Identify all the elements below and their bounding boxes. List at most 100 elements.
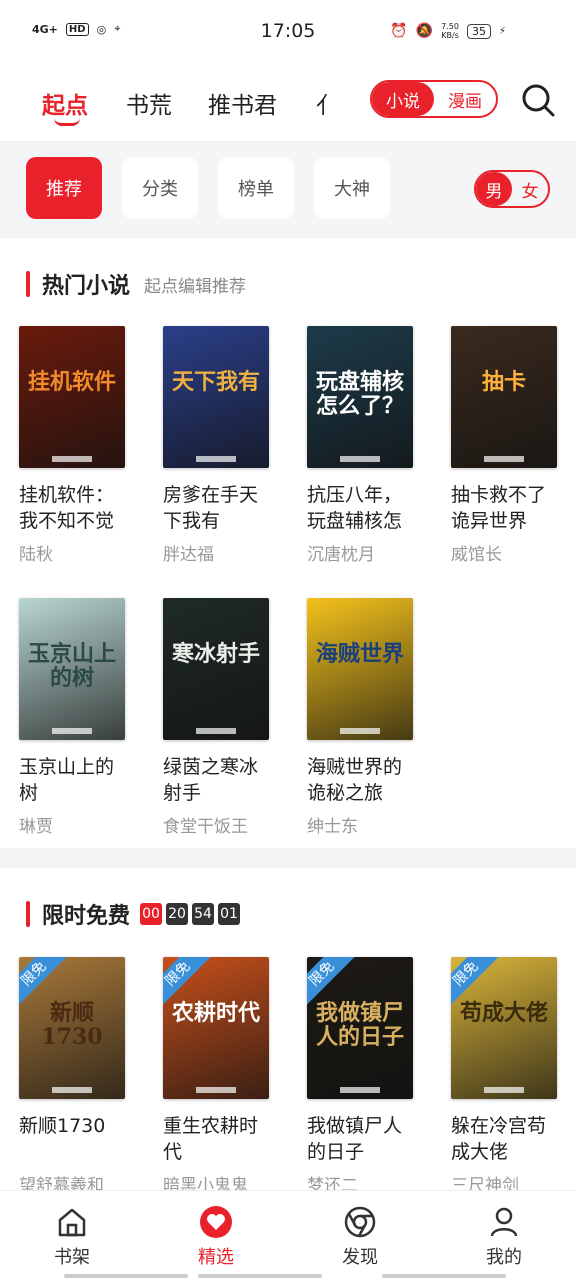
book-author: 威馆长 bbox=[451, 545, 502, 565]
publisher-logo bbox=[484, 1087, 524, 1093]
cover-title: 寒冰射手 bbox=[171, 641, 260, 667]
book-cover[interactable]: 新顺1730 限免 bbox=[19, 957, 125, 1099]
top-nav: 起点 书荒 推书君 亻 小说 漫画 bbox=[0, 64, 576, 142]
book-author: 绅士东 bbox=[307, 817, 358, 837]
book-author: 胖达福 bbox=[163, 545, 214, 565]
nav-discover[interactable]: 发现 bbox=[310, 1205, 410, 1269]
book-title: 抗压八年，玩盘辅核怎 bbox=[307, 484, 403, 532]
cover-title: 苟成大佬 bbox=[459, 1000, 548, 1026]
book-author: 食堂干饭王 bbox=[163, 817, 248, 837]
chip-masters[interactable]: 大神 bbox=[314, 157, 390, 219]
speed-unit: KB/s bbox=[441, 31, 459, 40]
book-card[interactable]: 我做镇尸人的日子 限免 我做镇尸人的日子 梦还二 bbox=[307, 957, 415, 1196]
chip-category[interactable]: 分类 bbox=[122, 157, 198, 219]
book-cover[interactable]: 苟成大佬 限免 bbox=[451, 957, 557, 1099]
publisher-logo bbox=[196, 456, 236, 462]
book-cover[interactable]: 玉京山上的树 bbox=[19, 598, 125, 740]
tab-tuishujun[interactable]: 推书君 bbox=[208, 86, 277, 120]
person-icon bbox=[490, 1207, 518, 1237]
section-marker bbox=[26, 271, 30, 297]
speed-value: 7.50 bbox=[441, 22, 459, 31]
chip-ranking[interactable]: 榜单 bbox=[218, 157, 294, 219]
book-card[interactable]: 抽卡抽卡救不了诡异世界威馆长 bbox=[451, 326, 559, 565]
book-cover[interactable]: 抽卡 bbox=[451, 326, 557, 468]
book-card[interactable]: 天下我有房爹在手天下我有胖达福 bbox=[163, 326, 271, 565]
book-card[interactable]: 挂机软件 挂机软件：我不知不觉 陆秋 bbox=[19, 326, 127, 565]
book-cover[interactable]: 寒冰射手 bbox=[163, 598, 269, 740]
book-author: 沉唐枕月 bbox=[307, 545, 375, 565]
section-subtitle: 起点编辑推荐 bbox=[144, 276, 247, 297]
book-card[interactable]: 苟成大佬 限免 躲在冷宫苟成大佬 三尺神剑 bbox=[451, 957, 559, 1196]
cover-title: 海贼世界 bbox=[315, 641, 404, 667]
chip-recommend[interactable]: 推荐 bbox=[26, 157, 102, 219]
cover-title: 玉京山上的树 bbox=[27, 641, 116, 691]
cover-title: 农耕时代 bbox=[171, 1000, 260, 1026]
section-marker bbox=[26, 901, 30, 927]
book-title: 躲在冷宫苟成大佬 bbox=[451, 1115, 547, 1163]
nav-bookshelf[interactable]: 书架 bbox=[22, 1205, 122, 1269]
cover-title: 新顺1730 bbox=[41, 1000, 103, 1050]
book-author: 陆秋 bbox=[19, 545, 53, 565]
cover-title: 天下我有 bbox=[171, 369, 260, 395]
tab-qidian[interactable]: 起点 bbox=[42, 86, 88, 120]
book-cover[interactable]: 海贼世界 bbox=[307, 598, 413, 740]
nav-featured[interactable]: 精选 bbox=[166, 1205, 266, 1269]
gesture-bar bbox=[198, 1274, 322, 1278]
gender-female[interactable]: 女 bbox=[512, 172, 548, 206]
cover-title: 挂机软件 bbox=[27, 369, 116, 395]
search-icon[interactable] bbox=[520, 82, 556, 118]
publisher-logo bbox=[196, 728, 236, 734]
mute-icon: 🔕 bbox=[415, 23, 434, 39]
book-title: 绿茵之寒冰射手 bbox=[163, 756, 259, 804]
book-cover[interactable]: 农耕时代 限免 bbox=[163, 957, 269, 1099]
timer-hours: 20 bbox=[166, 903, 189, 925]
book-title: 抽卡救不了诡异世界 bbox=[451, 484, 547, 532]
hot-section-header: 热门小说 起点编辑推荐 bbox=[26, 268, 246, 300]
gesture-bar bbox=[64, 1274, 188, 1278]
mode-novel[interactable]: 小说 bbox=[372, 82, 434, 116]
featured-heart-icon bbox=[200, 1206, 232, 1238]
book-cover[interactable]: 玩盘辅核怎么了？ bbox=[307, 326, 413, 468]
nav-label: 书架 bbox=[54, 1247, 90, 1268]
publisher-logo bbox=[340, 1087, 380, 1093]
nav-profile[interactable]: 我的 bbox=[454, 1205, 554, 1269]
book-title: 房爹在手天下我有 bbox=[163, 484, 259, 532]
section-title: 热门小说 bbox=[42, 273, 131, 299]
book-card[interactable]: 玩盘辅核怎么了？ 抗压八年，玩盘辅核怎沉唐枕月 bbox=[307, 326, 415, 565]
timer-days: 00 bbox=[140, 903, 163, 925]
book-title: 海贼世界的诡秘之旅 bbox=[307, 756, 403, 804]
free-section-header: 限时免费 00 20 54 01 bbox=[26, 898, 241, 930]
book-cover[interactable]: 挂机软件 bbox=[19, 326, 125, 468]
compass-icon bbox=[344, 1206, 376, 1238]
gender-male[interactable]: 男 bbox=[476, 172, 512, 206]
publisher-logo bbox=[340, 728, 380, 734]
publisher-logo bbox=[484, 456, 524, 462]
book-card[interactable]: 海贼世界海贼世界的诡秘之旅绅士东 bbox=[307, 598, 415, 837]
cover-title: 我做镇尸人的日子 bbox=[315, 1000, 404, 1050]
timer-minutes: 54 bbox=[192, 903, 215, 925]
book-cover[interactable]: 我做镇尸人的日子 限免 bbox=[307, 957, 413, 1099]
book-title: 我做镇尸人的日子 bbox=[307, 1115, 403, 1163]
book-card[interactable]: 农耕时代 限免 重生农耕时代 暗黑小鬼鬼 bbox=[163, 957, 271, 1196]
battery-indicator: 35 bbox=[466, 23, 491, 39]
publisher-logo bbox=[340, 456, 380, 462]
alarm-icon: ⏰ bbox=[390, 23, 408, 39]
gender-toggle[interactable]: 男 女 bbox=[474, 170, 550, 208]
book-cover[interactable]: 天下我有 bbox=[163, 326, 269, 468]
tab-shuhuang[interactable]: 书荒 bbox=[126, 86, 172, 120]
publisher-logo bbox=[52, 1087, 92, 1093]
network-speed: 7.50 KB/s bbox=[441, 22, 459, 40]
book-card[interactable]: 寒冰射手绿茵之寒冰射手食堂干饭王 bbox=[163, 598, 271, 837]
content-mode-toggle[interactable]: 小说 漫画 bbox=[370, 80, 498, 118]
mode-comic[interactable]: 漫画 bbox=[434, 82, 496, 116]
active-tab-indicator bbox=[54, 118, 80, 126]
cover-title: 玩盘辅核怎么了？ bbox=[315, 369, 404, 419]
book-title: 玉京山上的树 bbox=[19, 756, 115, 804]
book-card[interactable]: 玉京山上的树 玉京山上的树 琳贾 bbox=[19, 598, 127, 837]
status-right: ⏰ 🔕 7.50 KB/s 35 ⚡ bbox=[390, 22, 506, 40]
tab-more[interactable]: 亻 bbox=[316, 86, 328, 120]
nav-label: 发现 bbox=[342, 1247, 378, 1268]
status-bar: 4G+ HD ◎ ⌖ 17:05 ⏰ 🔕 7.50 KB/s 35 ⚡ bbox=[0, 0, 576, 64]
book-card[interactable]: 新顺1730 限免 新顺1730 望舒慕羲和 bbox=[19, 957, 127, 1196]
home-icon bbox=[58, 1208, 86, 1237]
